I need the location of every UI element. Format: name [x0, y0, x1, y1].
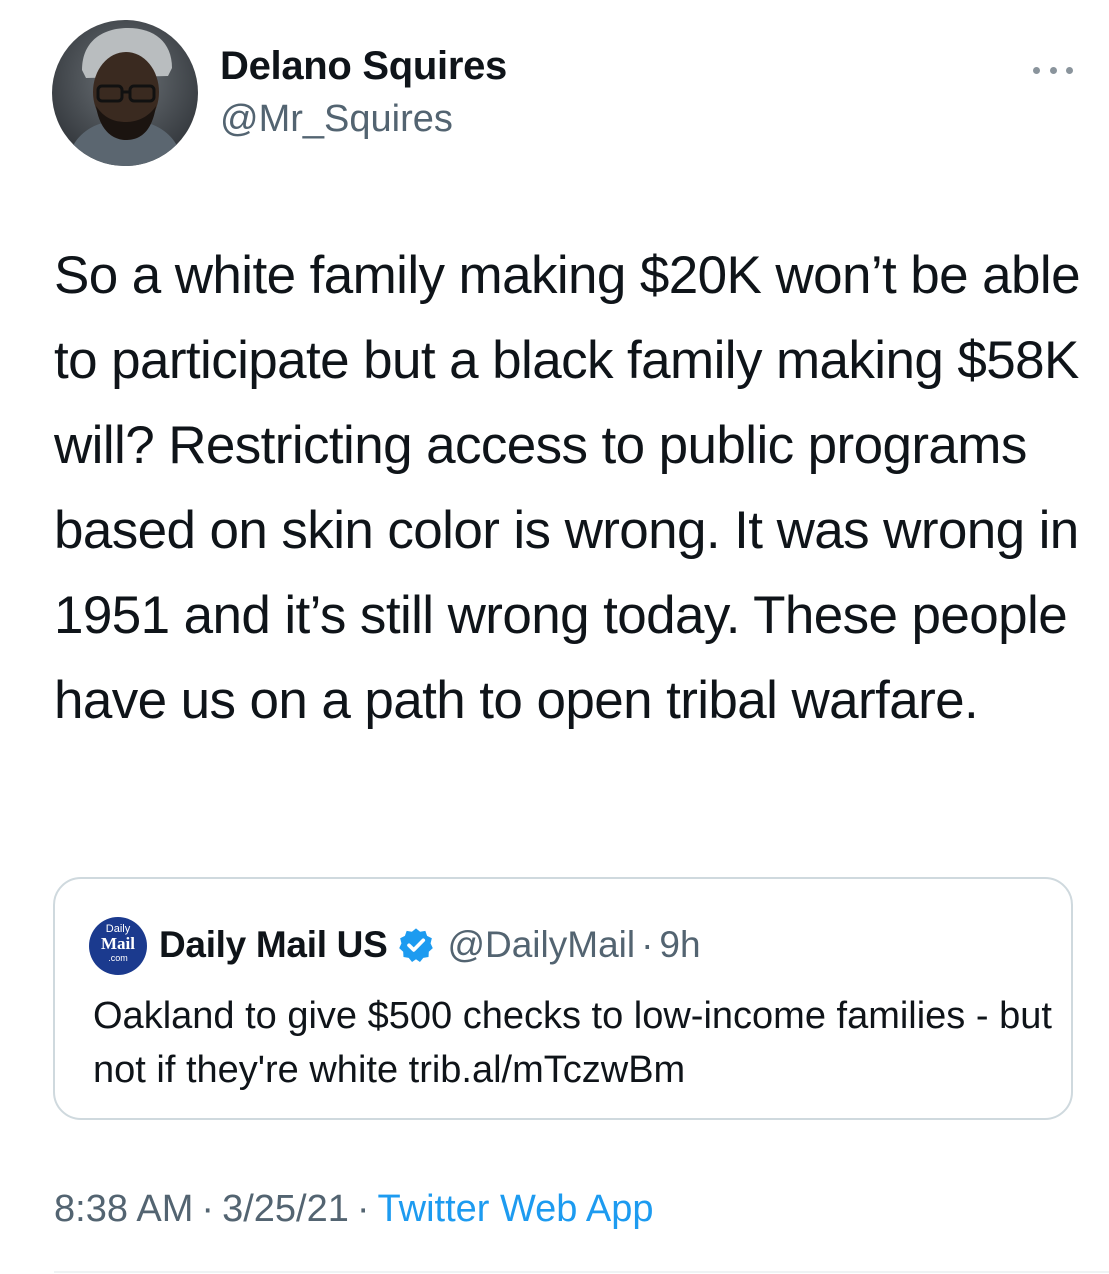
logo-line-2: Mail: [101, 934, 135, 953]
author-handle[interactable]: @Mr_Squires: [220, 98, 453, 141]
author-avatar[interactable]: [52, 20, 198, 166]
divider: [54, 1271, 1109, 1273]
quoted-time-ago: 9h: [659, 924, 701, 965]
quoted-handle: @DailyMail: [447, 924, 636, 965]
avatar-photo: [52, 20, 198, 166]
meta-separator: ·: [201, 1188, 215, 1230]
tweet-meta: 8:38 AM · 3/25/21 · Twitter Web App: [54, 1188, 654, 1231]
dot: [1049, 66, 1057, 74]
tweet-text: So a white family making $20K won’t be a…: [54, 246, 1081, 730]
quoted-display-name: Daily Mail US: [159, 924, 388, 965]
meta-separator: ·: [356, 1188, 370, 1230]
more-dots-icon[interactable]: [1033, 60, 1073, 80]
dailymail-logo: Daily Mail .com: [89, 917, 147, 975]
tweet-date[interactable]: 3/25/21: [222, 1188, 349, 1230]
tweet-time[interactable]: 8:38 AM: [54, 1188, 193, 1230]
verified-badge-icon: [397, 926, 435, 964]
quoted-tweet-header: Daily Mail US @DailyMail · 9h: [159, 919, 701, 971]
author-display-name[interactable]: Delano Squires: [220, 44, 507, 89]
quoted-separator: ·: [641, 924, 654, 965]
quoted-tweet-card[interactable]: Daily Mail .com Daily Mail US @DailyMail…: [53, 877, 1073, 1120]
dot: [1066, 66, 1073, 74]
tweet-source-link[interactable]: Twitter Web App: [378, 1188, 654, 1230]
tweet-detail: Delano Squires @Mr_Squires So a white fa…: [0, 0, 1109, 1274]
dot: [1033, 66, 1040, 74]
quoted-tweet-text: Oakland to give $500 checks to low-incom…: [93, 995, 1052, 1091]
logo-line-3: .com: [108, 953, 128, 963]
